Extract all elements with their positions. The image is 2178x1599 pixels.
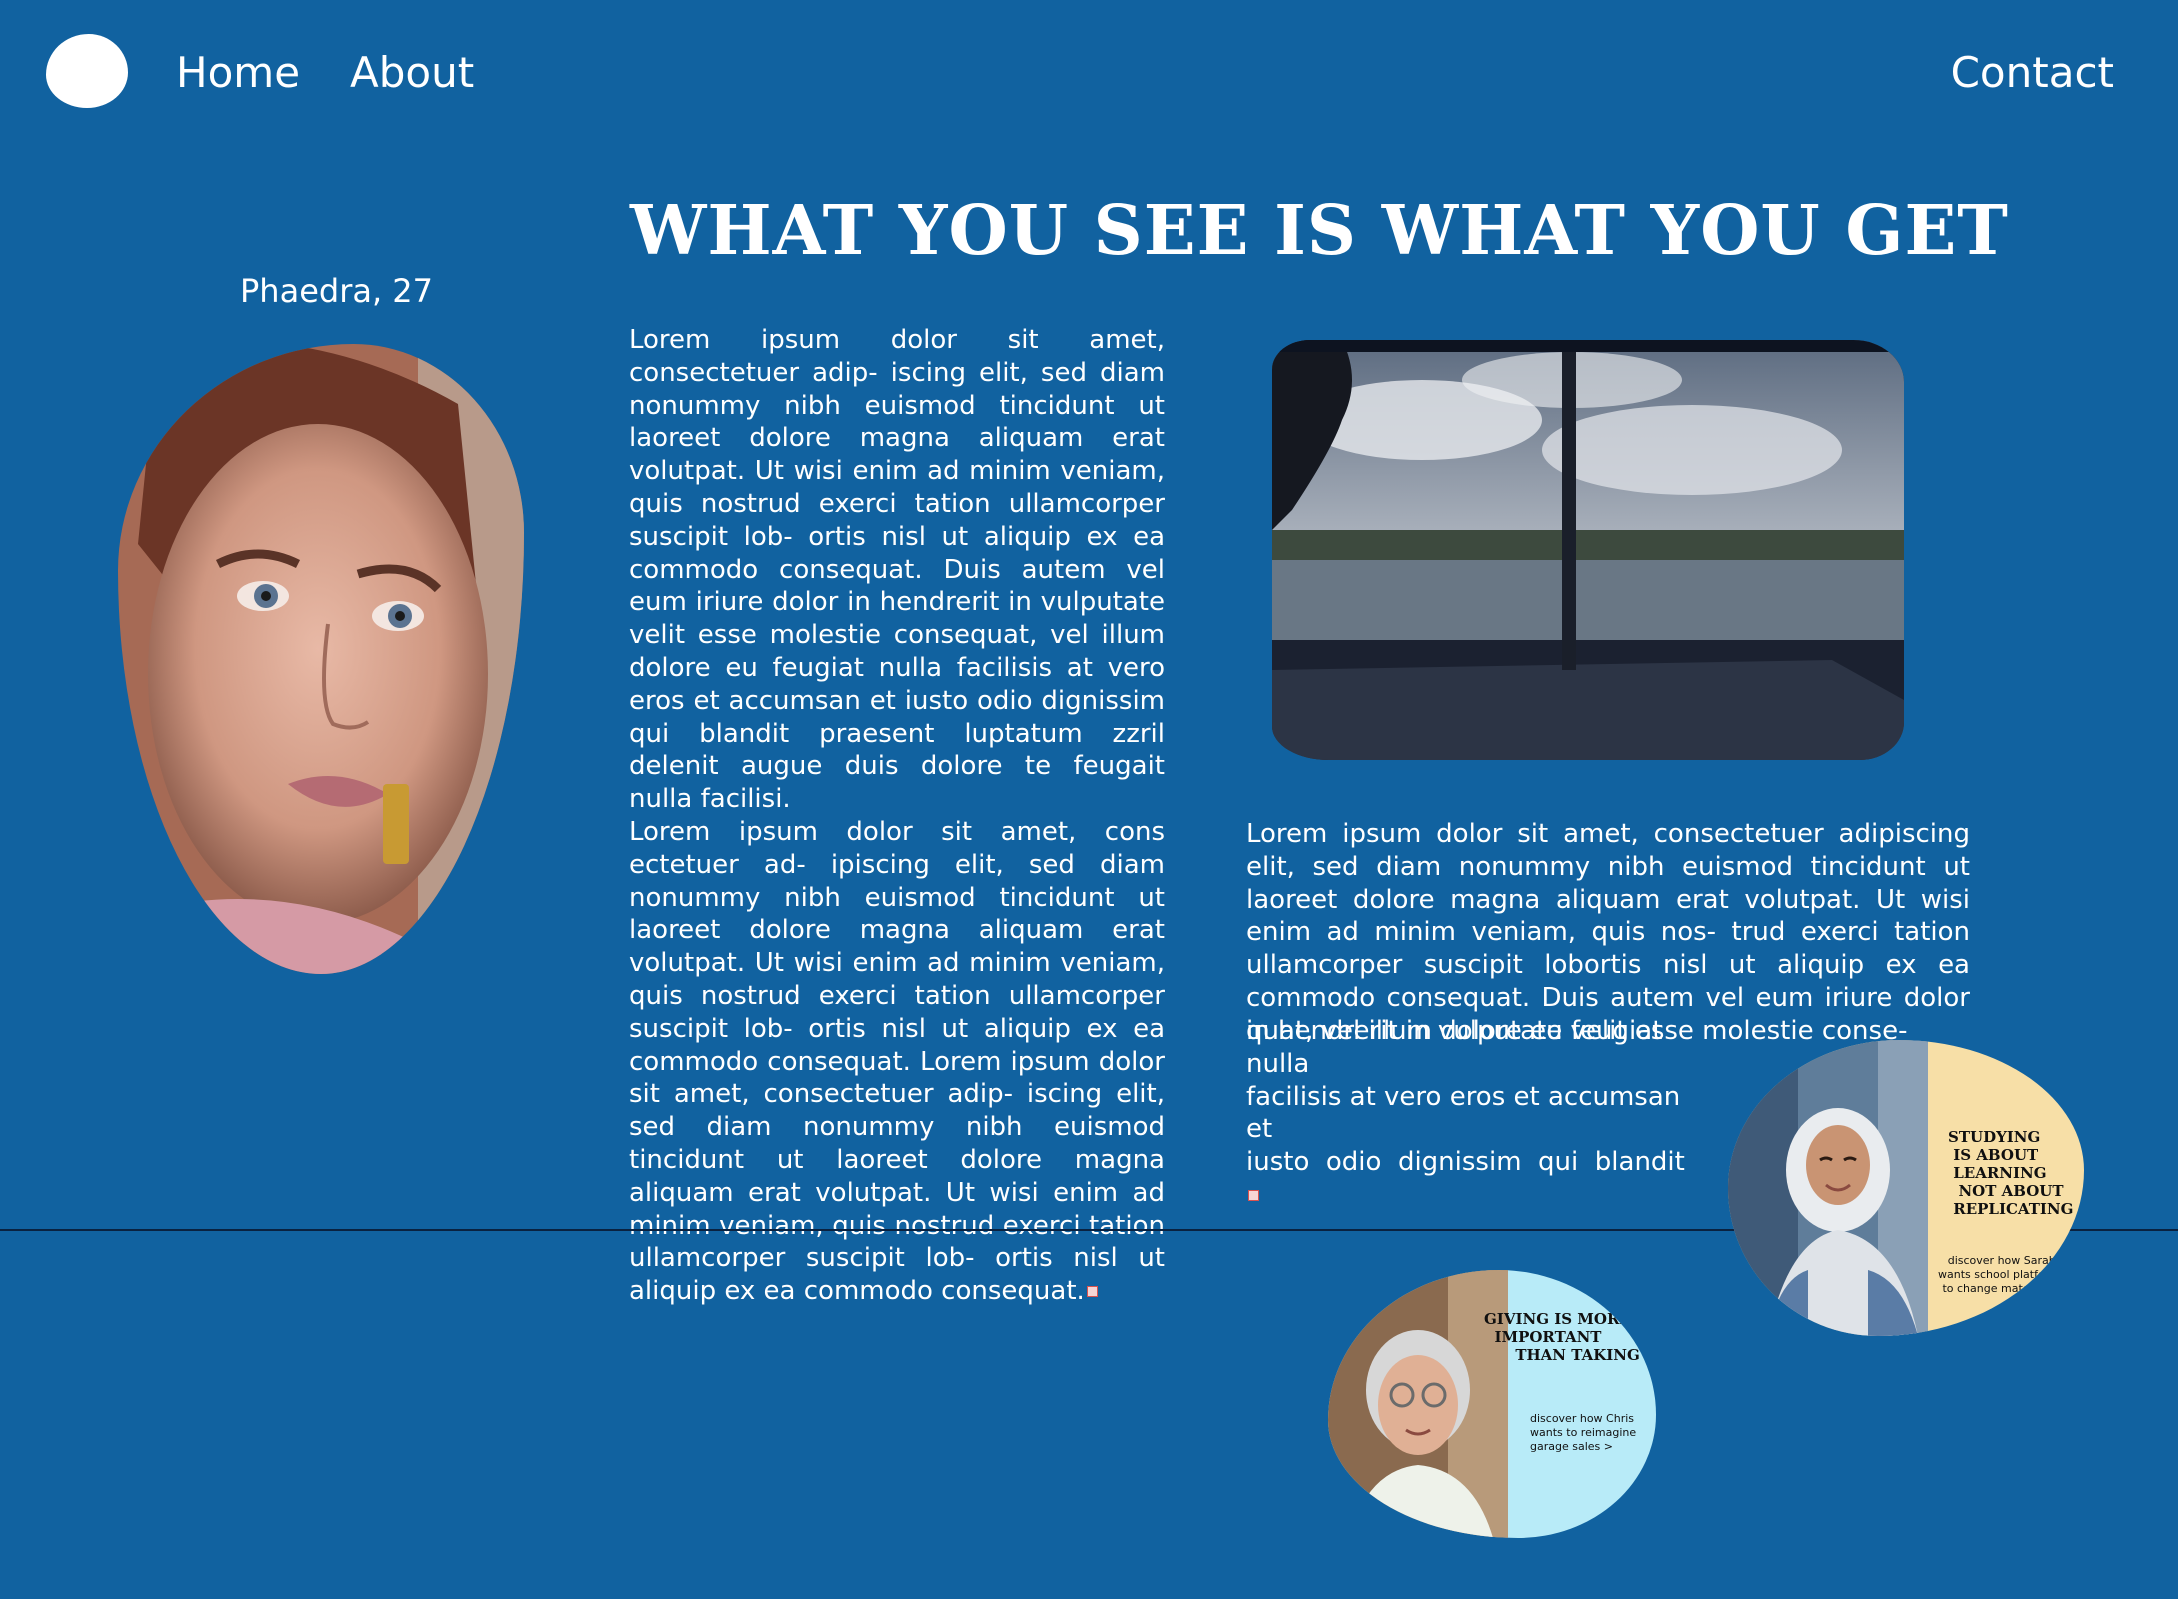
student-photo: [1728, 1040, 1928, 1336]
text-column-left: Lorem ipsum dolor sit amet, consectetuer…: [629, 324, 1165, 1308]
text-line: facilisis at vero eros et accumsan et: [1246, 1081, 1681, 1145]
portrait-image: [118, 344, 524, 974]
text-line: quat, vel illum dolore eu feugiat nulla: [1246, 1016, 1663, 1079]
card-link[interactable]: discover how Sarah wants school platform…: [1938, 1254, 2065, 1296]
nav-contact-link[interactable]: Contact: [1951, 48, 2114, 97]
overflow-marker-icon: [1086, 1286, 1098, 1298]
window-view-image: [1272, 340, 1904, 760]
paragraph-text: Lorem ipsum dolor sit amet, cons ectetue…: [629, 816, 1165, 1307]
elder-woman-photo: [1328, 1270, 1508, 1538]
page-headline: WHAT YOU SEE IS WHAT YOU GET: [630, 191, 2009, 271]
text-line-content: iusto odio dignissim qui blandit: [1246, 1147, 1685, 1178]
card-title: GIVING IS MORE IMPORTANT THAN TAKING: [1484, 1310, 1640, 1364]
text-column-right-tail: quat, vel illum dolore eu feugiat nulla …: [1246, 1015, 1696, 1212]
logo[interactable]: [46, 34, 128, 108]
paragraph: Lorem ipsum dolor sit amet, consectetuer…: [629, 325, 1165, 815]
text-column-right: Lorem ipsum dolor sit amet, consectetuer…: [1246, 819, 1970, 1046]
card-title: STUDYING IS ABOUT LEARNING NOT ABOUT REP…: [1948, 1128, 2074, 1218]
overflow-marker-icon: [1248, 1189, 1259, 1201]
card-link[interactable]: discover how Chris wants to reimagine ga…: [1530, 1412, 1636, 1454]
story-card-chris[interactable]: GIVING IS MORE IMPORTANT THAN TAKING dis…: [1328, 1270, 1656, 1538]
text-line: iusto odio dignissim qui blandit: [1246, 1146, 1696, 1212]
nav-about-link[interactable]: About: [350, 48, 474, 97]
nav-home-link[interactable]: Home: [176, 48, 300, 97]
story-card-sarah[interactable]: STUDYING IS ABOUT LEARNING NOT ABOUT REP…: [1728, 1040, 2084, 1336]
portrait-caption: Phaedra, 27: [240, 272, 434, 310]
paragraph: Lorem ipsum dolor sit amet, cons ectetue…: [629, 816, 1165, 1308]
